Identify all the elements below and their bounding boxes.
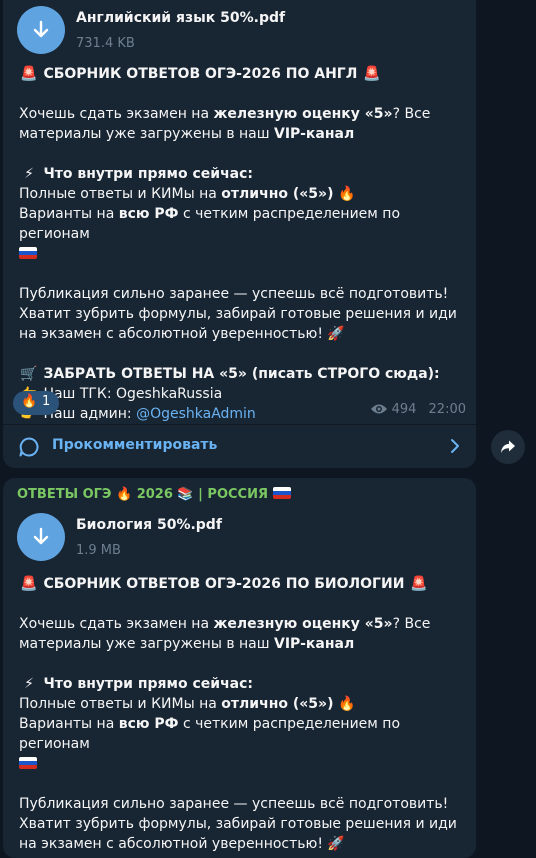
siren-icon: 🚨 [363,66,381,82]
comment-label: Прокомментировать [52,437,218,453]
intro-paragraph: Хочешь сдать экзамен на железную оценку … [19,616,431,652]
inside-line-2: Варианты на всю РФ с четким распределени… [19,206,401,242]
publication-line-1: Публикация сильно заранее — успеешь всё … [19,286,449,302]
siren-icon: 🚨 [410,576,428,592]
channel-name[interactable]: ОТВЕТЫ ОГЭ 🔥 2026 📚 | РОССИЯ [17,487,291,502]
russia-flag-icon [19,247,37,259]
siren-icon: 🚨 [20,576,38,592]
fire-icon: 🔥 [337,696,356,712]
admin-link[interactable]: @OgeshkaAdmin [136,406,256,422]
message-text: 🚨 СБОРНИК ОТВЕТОВ ОГЭ-2026 ПО АНГЛ 🚨 Хоч… [19,64,469,424]
cta-heading: 🛒 ЗАБРАТЬ ОТВЕТЫ НА «5» (писать СТРОГО с… [20,366,440,382]
download-icon[interactable] [17,6,65,54]
lightning-icon: ⚡ [24,166,34,182]
inside-line-1: Полные ответы и КИМы на отлично («5») 🔥 [19,696,356,712]
russia-flag-icon [272,487,291,499]
inside-line-1: Полные ответы и КИМы на отлично («5») 🔥 [19,186,356,202]
file-attachment[interactable]: Биология 50%.pdf 1.9 MB [17,513,457,573]
rocket-icon: 🚀 [327,836,345,852]
file-attachment[interactable]: Английский язык 50%.pdf 731.4 KB [17,6,457,66]
file-name[interactable]: Биология 50%.pdf [76,517,222,533]
message-title: 🚨 СБОРНИК ОТВЕТОВ ОГЭ-2026 ПО АНГЛ 🚨 [20,66,381,82]
message-bubble[interactable]: ОТВЕТЫ ОГЭ 🔥 2026 📚 | РОССИЯ Биология 50… [3,478,476,858]
cart-icon: 🛒 [20,366,38,382]
message-text: 🚨 СБОРНИК ОТВЕТОВ ОГЭ-2026 ПО БИОЛОГИИ 🚨… [19,574,469,854]
publication-line-1: Публикация сильно заранее — успеешь всё … [19,796,449,812]
eye-icon [370,402,388,420]
lightning-icon: ⚡ [24,676,34,692]
reaction-count: 1 [42,394,51,409]
reaction-fire[interactable]: 🔥 1 [13,391,59,415]
fire-icon: 🔥 [21,394,38,409]
file-name[interactable]: Английский язык 50%.pdf [76,10,285,26]
books-icon: 📚 [177,487,194,502]
file-size: 731.4 KB [76,36,135,51]
share-arrow-icon [501,440,515,453]
chevron-right-icon [450,438,460,458]
views-count: 494 [391,402,417,417]
publication-line-2: Хватит зубрить формулы, забирай готовые … [19,306,457,342]
intro-paragraph: Хочешь сдать экзамен на железную оценку … [19,106,431,142]
download-icon[interactable] [17,513,65,561]
siren-icon: 🚨 [20,66,38,82]
message-bubble[interactable]: Английский язык 50%.pdf 731.4 KB 🚨 СБОРН… [3,0,476,468]
inside-line-2: Варианты на всю РФ с четким распределени… [19,716,401,752]
inside-heading: ⚡ Что внутри прямо сейчас: [19,164,469,184]
message-meta: 494 22:00 [370,402,466,420]
publication-line-2: Хватит зубрить формулы, забирай готовые … [19,816,457,852]
inside-heading: ⚡ Что внутри прямо сейчас: [19,674,469,694]
message-title: 🚨 СБОРНИК ОТВЕТОВ ОГЭ-2026 ПО БИОЛОГИИ 🚨 [20,576,428,592]
file-size: 1.9 MB [76,543,121,558]
share-button[interactable] [491,430,525,464]
fire-icon: 🔥 [115,487,133,502]
cta-tgk: 👉 Наш ТГК: OgeshkaRussia [19,384,469,404]
russia-flag-icon [19,757,37,769]
message-time: 22:00 [428,402,466,417]
comment-button[interactable]: Прокомментировать [3,425,476,467]
rocket-icon: 🚀 [327,326,345,342]
comment-icon [18,436,40,462]
fire-icon: 🔥 [337,186,356,202]
